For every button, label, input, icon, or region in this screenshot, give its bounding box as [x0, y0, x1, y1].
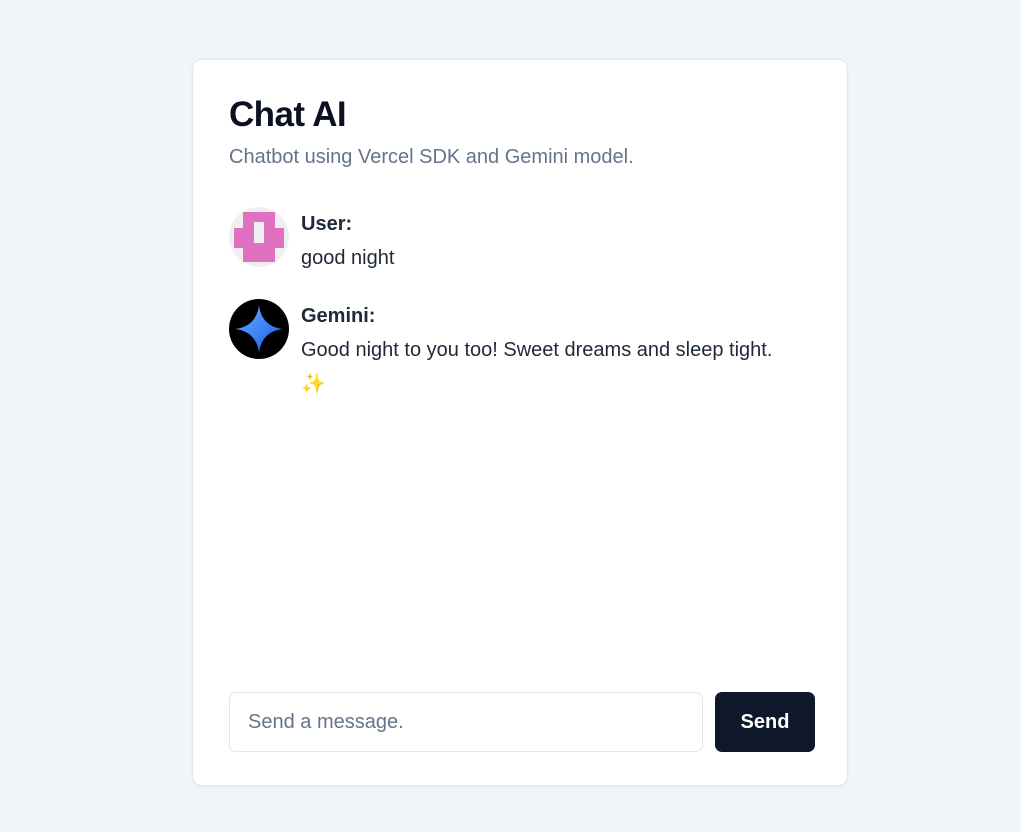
page-subtitle: Chatbot using Vercel SDK and Gemini mode…	[229, 146, 634, 168]
page-title: Chat AI	[229, 95, 347, 134]
gemini-sparkle-icon	[235, 305, 283, 353]
message-body: User: good night	[301, 207, 801, 275]
send-button[interactable]: Send	[715, 692, 815, 752]
message-composer: Send	[229, 692, 815, 752]
message-input[interactable]	[229, 692, 703, 752]
user-identicon-icon	[234, 212, 284, 262]
message-gemini: Gemini: Good night to you too! Sweet dre…	[229, 299, 813, 401]
message-role: Gemini:	[301, 305, 376, 327]
message-body: Gemini: Good night to you too! Sweet dre…	[301, 299, 801, 401]
message-user: User: good night	[229, 207, 813, 275]
chat-card: Chat AI Chatbot using Vercel SDK and Gem…	[192, 59, 848, 786]
gemini-avatar	[229, 299, 289, 359]
user-avatar	[229, 207, 289, 267]
message-list: User: good night Gemini: Good night to y…	[229, 207, 813, 425]
message-text: Good night to you too! Sweet dreams and …	[301, 339, 773, 395]
message-text: good night	[301, 247, 395, 269]
message-role: User:	[301, 213, 353, 235]
